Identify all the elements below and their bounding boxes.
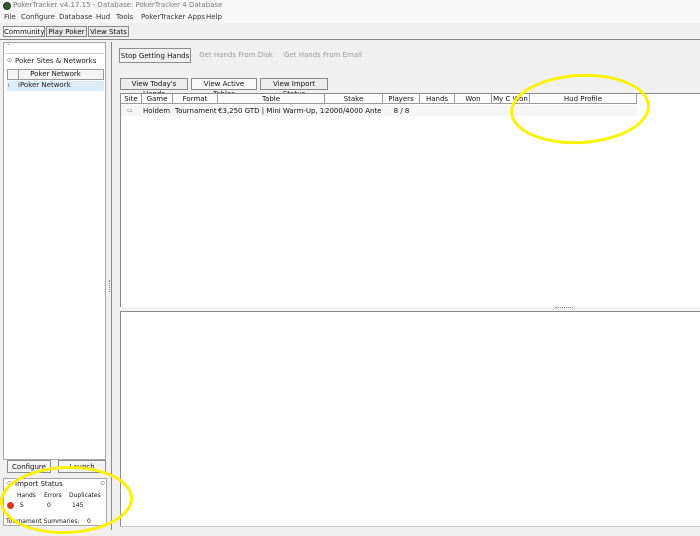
network-column-header[interactable]: Poker Network (7, 69, 104, 80)
menu-pokertracker-apps[interactable]: PokerTracker Apps (141, 13, 205, 21)
menu-hud[interactable]: Hud (96, 13, 110, 21)
menu-file[interactable]: File (4, 13, 16, 21)
tab-play-poker[interactable]: Play Poker (46, 26, 87, 37)
row-selector-header (8, 70, 19, 79)
menu-bar: File Configure Database Hud Tools PokerT… (0, 12, 700, 23)
splitter-grip-icon[interactable] (109, 280, 112, 292)
sites-section-header[interactable]: ⊙ Poker Sites & Networks (7, 57, 104, 66)
tab-community[interactable]: Community (3, 26, 45, 37)
cell-won (455, 106, 492, 116)
cell-format: Tournament (175, 107, 217, 115)
row-marker-icon: ı (8, 82, 10, 89)
tab-view-import-status[interactable]: View Import Status (260, 78, 328, 98)
tabs-divider (0, 39, 700, 40)
get-hands-from-email-button[interactable]: Get Hands From Email (283, 48, 363, 63)
menu-help[interactable]: Help (206, 13, 222, 21)
tab-view-todays-hands[interactable]: View Today's Hands (120, 78, 188, 98)
sites-panel (3, 42, 106, 460)
window-title: PokerTracker v4.17.15 - Database: PokerT… (13, 1, 223, 9)
col-won[interactable]: Won (455, 94, 492, 104)
cell-players: 8 / 8 (393, 107, 410, 115)
app-logo-icon (3, 2, 11, 10)
collapse-icon[interactable]: ⊙ (7, 57, 12, 64)
col-game[interactable]: Game (142, 94, 173, 104)
tab-view-active-tables[interactable]: View Active Tables (191, 78, 257, 98)
search-indicator-icon: ˆ (7, 44, 10, 51)
col-players[interactable]: Players (383, 94, 420, 104)
details-pane (120, 311, 700, 526)
network-row-ipoker[interactable]: ı iPoker Network (7, 81, 104, 91)
col-stake[interactable]: Stake (325, 94, 383, 104)
pane-splitter-grip-icon[interactable] (555, 307, 573, 309)
sites-section-title: Poker Sites & Networks (15, 57, 97, 65)
status-divider (120, 526, 700, 527)
menu-configure[interactable]: Configure (21, 13, 55, 21)
menu-tools[interactable]: Tools (116, 13, 133, 21)
cell-table: €3,250 GTD | Mini Warm-Up, 10882 (218, 107, 325, 115)
title-bar: PokerTracker v4.17.15 - Database: PokerT… (0, 0, 700, 12)
highlight-import-status (0, 463, 135, 536)
table-window-icon: ▭ (127, 107, 133, 114)
cell-stake: 2000/4000 Ante 32 (325, 107, 383, 115)
search-divider (5, 53, 104, 54)
site-search-input[interactable]: ˆ (5, 44, 104, 52)
menu-database[interactable]: Database (59, 13, 92, 21)
main-tabs: Community Play Poker View Stats (0, 24, 700, 38)
col-site[interactable]: Site (121, 94, 142, 104)
tab-view-stats[interactable]: View Stats (88, 26, 129, 37)
col-format[interactable]: Format (173, 94, 218, 104)
cell-game: Holdem (143, 107, 171, 115)
stop-getting-hands-button[interactable]: Stop Getting Hands (119, 48, 191, 63)
col-table[interactable]: Table (218, 94, 325, 104)
cell-hands (420, 106, 455, 116)
col-hands[interactable]: Hands (420, 94, 455, 104)
get-hands-from-disk-button[interactable]: Get Hands From Disk (198, 48, 274, 63)
